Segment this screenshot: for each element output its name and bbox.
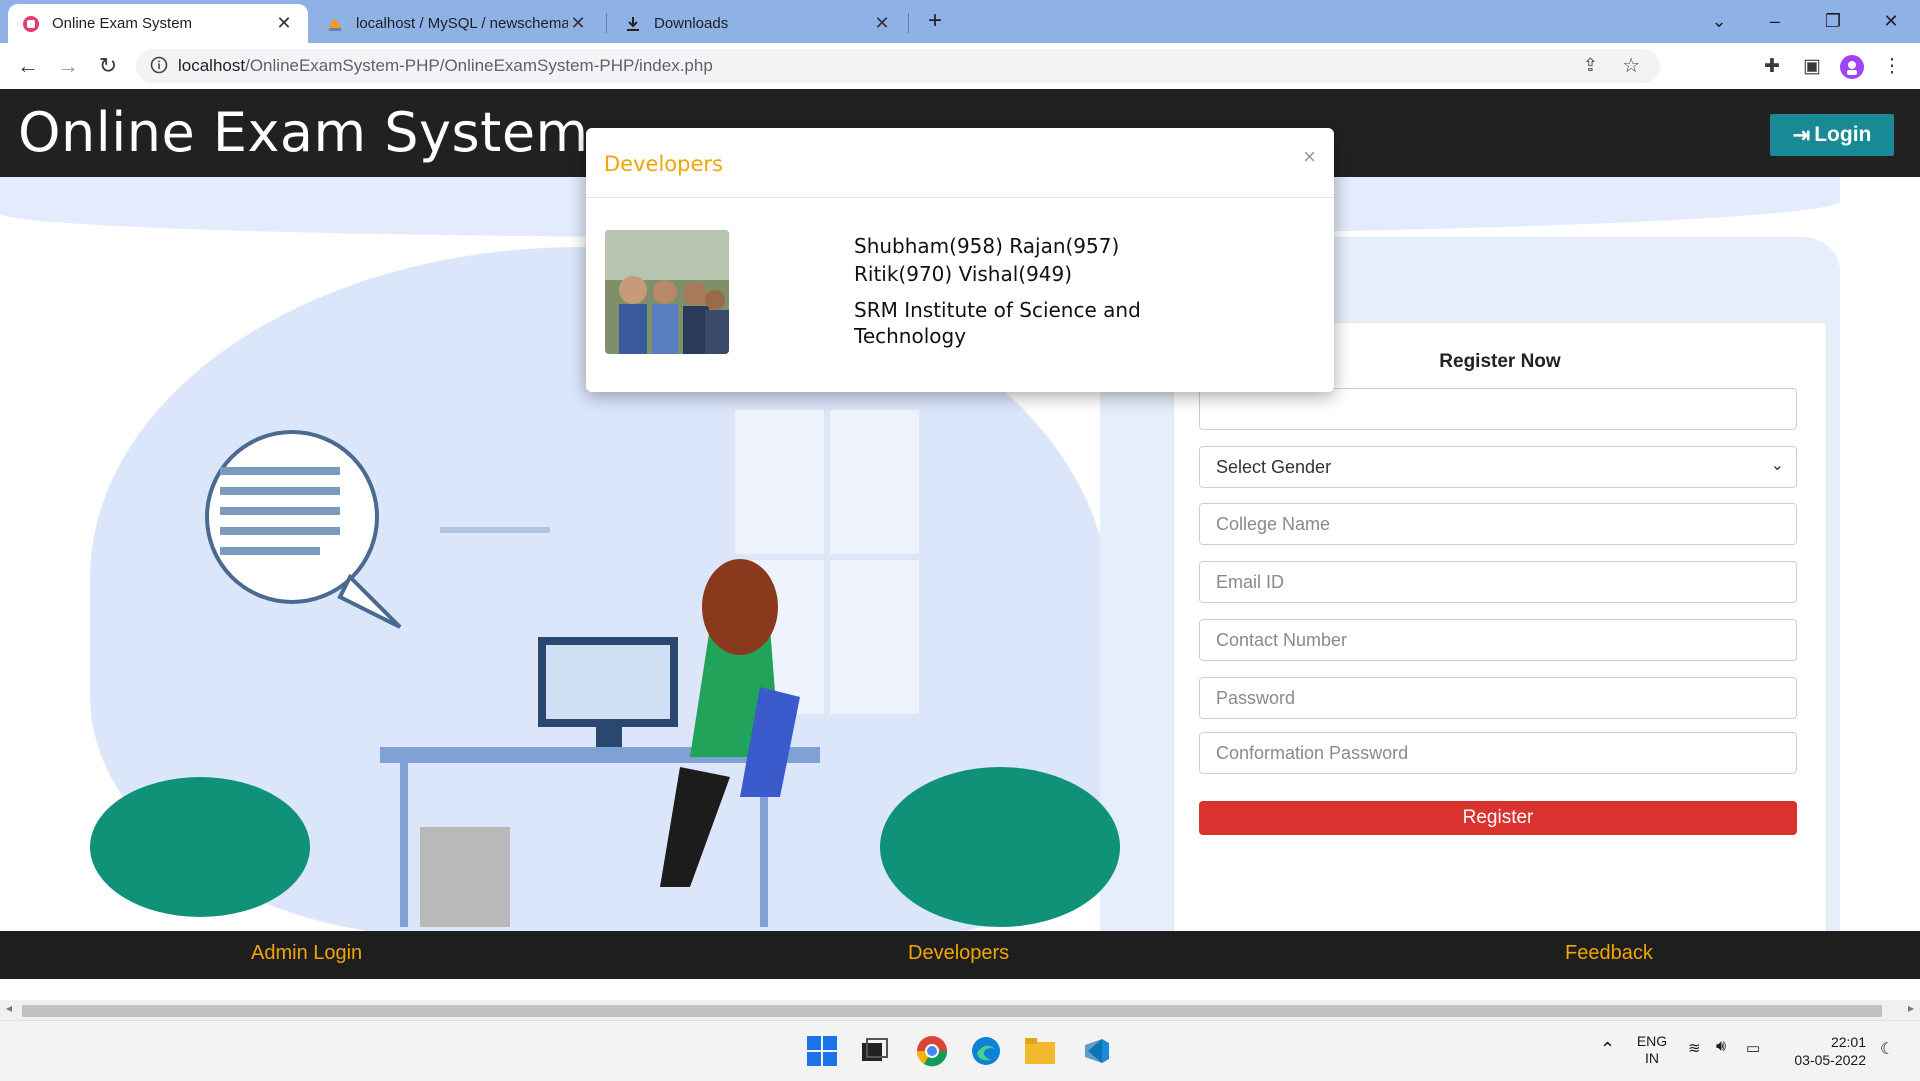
- profile-avatar[interactable]: [1840, 55, 1864, 79]
- language-line2: IN: [1645, 1050, 1659, 1066]
- info-icon[interactable]: [150, 56, 168, 74]
- tab-label: Downloads: [654, 15, 729, 32]
- developers-modal: Developers × Shubham(958) Rajan(957) Rit…: [586, 128, 1334, 392]
- tab-search-icon[interactable]: ⌄: [1704, 8, 1734, 34]
- developers-photo: [605, 230, 729, 354]
- menu-icon[interactable]: ⋮: [1880, 55, 1904, 79]
- clock-time: 22:01: [1830, 1034, 1866, 1050]
- forward-icon[interactable]: →: [54, 53, 82, 79]
- institute-line2: Technology: [854, 324, 967, 348]
- contact-field[interactable]: Contact Number: [1199, 619, 1797, 661]
- email-field[interactable]: Email ID: [1199, 561, 1797, 603]
- close-icon[interactable]: ✕: [568, 13, 588, 34]
- volume-icon[interactable]: 🔊︎: [1716, 1038, 1726, 1056]
- login-label: Login: [1814, 123, 1872, 146]
- tab-phpmyadmin[interactable]: localhost / MySQL / newschema ✕: [312, 4, 602, 43]
- tab-separator: [908, 13, 909, 33]
- hero-illustration: [90, 404, 1120, 927]
- scrollbar-thumb[interactable]: [22, 1005, 1882, 1017]
- language-indicator[interactable]: ENG IN: [1634, 1033, 1670, 1067]
- wifi-icon[interactable]: ≋: [1688, 1039, 1701, 1057]
- password-field[interactable]: Password: [1199, 677, 1797, 719]
- register-form: Register Now Select Gender ⌄ College Nam…: [1173, 322, 1827, 972]
- tab-online-exam-system[interactable]: Online Exam System ✕: [8, 4, 308, 43]
- scroll-left-icon[interactable]: ◂: [6, 1001, 12, 1015]
- chevron-up-icon[interactable]: ⌃: [1600, 1039, 1615, 1060]
- maximize-icon[interactable]: ❐: [1818, 8, 1848, 34]
- clock[interactable]: 22:01 03-05-2022: [1782, 1033, 1866, 1069]
- site-title: Online Exam System: [18, 101, 589, 164]
- edge-icon[interactable]: [966, 1031, 1006, 1071]
- start-icon[interactable]: [802, 1031, 842, 1071]
- vscode-icon[interactable]: [1076, 1031, 1116, 1071]
- phpmyadmin-icon: [326, 15, 344, 33]
- windows-taskbar: ⌃ ENG IN ≋ 🔊︎ ▭ 22:01 03-05-2022 ☾: [0, 1020, 1920, 1081]
- new-tab-icon[interactable]: +: [920, 8, 950, 34]
- sign-in-icon: ⇥: [1792, 123, 1811, 147]
- close-icon[interactable]: ×: [1303, 144, 1316, 170]
- scroll-right-icon[interactable]: ▸: [1908, 1001, 1914, 1015]
- developer-names-line2: Ritik(970) Vishal(949): [854, 262, 1073, 286]
- clock-date: 03-05-2022: [1794, 1052, 1866, 1068]
- tab-downloads[interactable]: Downloads ✕: [610, 4, 906, 43]
- language-line1: ENG: [1636, 1033, 1668, 1049]
- login-button[interactable]: ⇥ Login: [1770, 114, 1894, 156]
- battery-icon[interactable]: ▭: [1746, 1039, 1760, 1057]
- confirm-password-field[interactable]: Conformation Password: [1199, 732, 1797, 774]
- url-input[interactable]: localhost/OnlineExamSystem-PHP/OnlineExa…: [136, 49, 1660, 83]
- file-explorer-icon[interactable]: [1020, 1031, 1060, 1071]
- developers-link[interactable]: Developers: [908, 942, 1009, 965]
- feedback-link[interactable]: Feedback: [1565, 942, 1653, 965]
- admin-login-link[interactable]: Admin Login: [251, 942, 362, 965]
- site-footer: Admin Login Developers Feedback: [0, 931, 1920, 979]
- gender-select-value: Select Gender: [1216, 456, 1332, 477]
- tab-label: localhost / MySQL / newschema: [356, 15, 568, 32]
- minimize-icon[interactable]: –: [1760, 8, 1790, 34]
- address-bar: ← → ↻ localhost/OnlineExamSystem-PHP/Onl…: [0, 43, 1920, 90]
- app-icon: [22, 15, 40, 33]
- chrome-icon[interactable]: [912, 1031, 952, 1071]
- tab-label: Online Exam System: [52, 15, 193, 32]
- name-field[interactable]: [1199, 388, 1797, 430]
- modal-title: Developers: [604, 152, 723, 176]
- close-icon[interactable]: ✕: [872, 13, 892, 34]
- horizontal-scrollbar[interactable]: ◂ ▸: [0, 1000, 1920, 1020]
- bookmark-star-icon[interactable]: ☆: [1622, 53, 1640, 78]
- share-icon[interactable]: ⇪: [1583, 55, 1598, 76]
- notifications-icon[interactable]: ☾: [1880, 1039, 1894, 1059]
- url-path: /OnlineExamSystem-PHP/OnlineExamSystem-P…: [245, 56, 713, 75]
- register-button[interactable]: Register: [1199, 801, 1797, 835]
- back-icon[interactable]: ←: [14, 53, 42, 79]
- browser-tab-bar: Online Exam System ✕ localhost / MySQL /…: [0, 0, 1920, 43]
- window-close-icon[interactable]: ✕: [1876, 8, 1906, 34]
- download-icon: [624, 15, 642, 33]
- extensions-icon[interactable]: ✚: [1760, 55, 1784, 79]
- college-field[interactable]: College Name: [1199, 503, 1797, 545]
- institute-line1: SRM Institute of Science and: [854, 298, 1141, 322]
- gender-select[interactable]: Select Gender ⌄: [1199, 446, 1797, 488]
- url-host: localhost: [178, 56, 246, 75]
- side-panel-icon[interactable]: ▣: [1800, 55, 1824, 79]
- modal-divider: [586, 197, 1334, 198]
- close-icon[interactable]: ✕: [274, 13, 294, 34]
- task-view-icon[interactable]: [854, 1031, 894, 1071]
- developer-names-line1: Shubham(958) Rajan(957): [854, 234, 1120, 258]
- tab-separator: [606, 13, 607, 33]
- reload-icon[interactable]: ↻: [94, 53, 122, 79]
- chevron-down-icon: ⌄: [1770, 457, 1784, 474]
